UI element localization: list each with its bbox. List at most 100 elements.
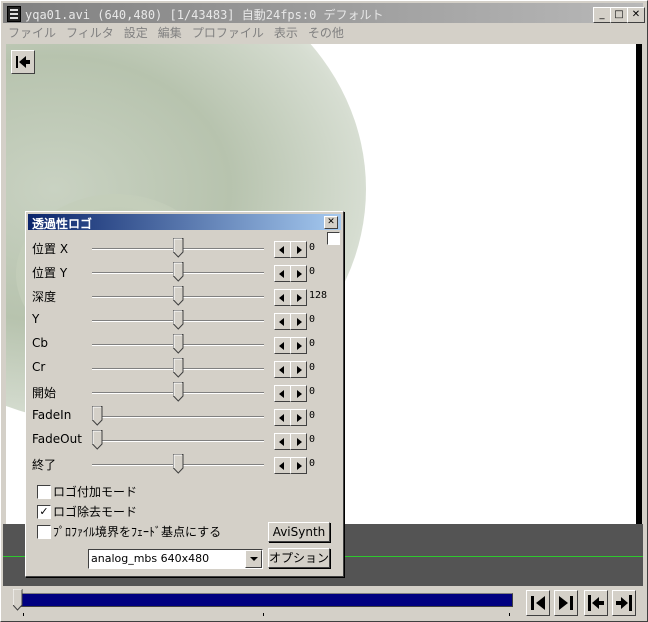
slider-row: 終了 0 xyxy=(26,454,343,476)
slider-thumb[interactable] xyxy=(172,262,184,282)
slider-row: 開始 0 xyxy=(26,382,343,404)
go-first-button[interactable] xyxy=(584,590,608,616)
label-fade-base: ﾌﾟﾛﾌｧｲﾙ境界をﾌｪｰﾄﾞ基点にする xyxy=(53,525,222,539)
decrement-arrow-icon[interactable] xyxy=(274,409,291,426)
slider-track[interactable] xyxy=(92,440,264,442)
go-last-button[interactable] xyxy=(612,590,636,616)
increment-arrow-icon[interactable] xyxy=(290,289,307,306)
increment-arrow-icon[interactable] xyxy=(290,385,307,402)
decrement-arrow-icon[interactable] xyxy=(274,289,291,306)
checkbox-fade-base[interactable] xyxy=(37,525,51,539)
label-remove-mode: ロゴ除去モード xyxy=(53,505,138,519)
decrement-arrow-icon[interactable] xyxy=(274,313,291,330)
checkbox-remove-mode[interactable]: ✓ xyxy=(37,505,51,519)
slider-thumb[interactable] xyxy=(172,310,184,330)
slider-row: Y0 xyxy=(26,310,343,332)
decrement-arrow-icon[interactable] xyxy=(274,433,291,450)
slider-label: 終了 xyxy=(32,458,57,472)
dropdown-arrow-icon[interactable] xyxy=(245,550,262,568)
decrement-arrow-icon[interactable] xyxy=(274,361,291,378)
dialog-close-button[interactable]: ✕ xyxy=(324,216,338,229)
slider-thumb[interactable] xyxy=(92,406,103,426)
menu-file[interactable]: ファイル xyxy=(3,23,61,41)
slider-thumb[interactable] xyxy=(172,382,184,402)
slider-value: 0 xyxy=(309,386,316,397)
slider-thumb[interactable] xyxy=(172,238,184,258)
next-frame-button[interactable] xyxy=(554,590,578,616)
menu-edit[interactable]: 編集 xyxy=(153,23,187,41)
transparent-logo-dialog: 透過性ロゴ ✕ 位置 X 0 位置 Y 0 深度 128 Y 0 Cb 0 Cr 0 開始 0 FadeIn… xyxy=(25,211,344,577)
app-icon xyxy=(7,6,21,22)
slider-thumb[interactable] xyxy=(172,358,184,378)
increment-arrow-icon[interactable] xyxy=(290,433,307,450)
go-start-icon xyxy=(16,56,30,68)
avisynth-button[interactable]: AviSynth xyxy=(268,522,330,542)
go-first-icon xyxy=(588,595,604,611)
menu-settings[interactable]: 設定 xyxy=(119,23,153,41)
decrement-arrow-icon[interactable] xyxy=(274,385,291,402)
next-frame-icon xyxy=(559,596,573,610)
dialog-title: 透過性ロゴ xyxy=(32,217,93,231)
timeline-tick xyxy=(509,613,510,616)
slider-label: FadeOut xyxy=(32,432,82,446)
go-start-button[interactable] xyxy=(11,50,35,74)
check-mark: ✓ xyxy=(39,505,49,518)
timeline-track[interactable] xyxy=(21,593,513,607)
maximize-button[interactable]: □ xyxy=(610,7,628,23)
slider-value: 0 xyxy=(309,410,316,421)
slider-thumb[interactable] xyxy=(92,430,103,450)
timeline-thumb[interactable] xyxy=(13,589,23,611)
increment-arrow-icon[interactable] xyxy=(290,361,307,378)
slider-value: 0 xyxy=(309,434,316,445)
slider-value: 0 xyxy=(309,242,316,253)
timeline-tick xyxy=(23,613,24,616)
slider-row: 位置 X 0 xyxy=(26,238,343,260)
menu-profile[interactable]: プロファイル xyxy=(187,23,269,41)
close-button[interactable]: ✕ xyxy=(627,7,645,23)
decrement-arrow-icon[interactable] xyxy=(274,241,291,258)
slider-thumb[interactable] xyxy=(172,286,184,306)
go-last-icon xyxy=(616,595,632,611)
checkbox-add-mode[interactable] xyxy=(37,485,51,499)
slider-row: Cb 0 xyxy=(26,334,343,356)
prev-frame-button[interactable] xyxy=(526,590,550,616)
slider-value: 0 xyxy=(309,266,316,277)
slider-thumb[interactable] xyxy=(172,454,184,474)
increment-arrow-icon[interactable] xyxy=(290,337,307,354)
decrement-arrow-icon[interactable] xyxy=(274,265,291,282)
slider-thumb[interactable] xyxy=(172,334,184,354)
slider-label: 位置 Y xyxy=(32,266,68,280)
slider-label: Cb xyxy=(32,336,48,350)
slider-label: 位置 X xyxy=(32,242,69,256)
menu-view[interactable]: 表示 xyxy=(269,23,303,41)
timeline-tick xyxy=(263,613,264,616)
increment-arrow-icon[interactable] xyxy=(290,241,307,258)
dialog-title-bar[interactable]: 透過性ロゴ ✕ xyxy=(28,214,341,231)
increment-arrow-icon[interactable] xyxy=(290,409,307,426)
slider-label: 開始 xyxy=(32,386,57,400)
slider-label: FadeIn xyxy=(32,408,72,422)
menu-other[interactable]: その他 xyxy=(303,23,349,41)
minimize-button[interactable]: _ xyxy=(593,7,611,23)
slider-label: 深度 xyxy=(32,290,57,304)
decrement-arrow-icon[interactable] xyxy=(274,337,291,354)
slider-value: 128 xyxy=(309,290,328,301)
label-add-mode: ロゴ付加モード xyxy=(53,485,138,499)
decrement-arrow-icon[interactable] xyxy=(274,457,291,474)
increment-arrow-icon[interactable] xyxy=(290,313,307,330)
slider-value: 0 xyxy=(309,458,316,469)
option-button[interactable]: オプション xyxy=(268,548,330,568)
title-bar[interactable]: yqa01.avi (640,480) [1/43483] 自動24fps:0 … xyxy=(3,3,645,23)
prev-frame-icon xyxy=(531,596,545,610)
preview-border xyxy=(636,44,642,524)
slider-row: 位置 Y 0 xyxy=(26,262,343,284)
menu-filter[interactable]: フィルタ xyxy=(61,23,119,41)
slider-value: 0 xyxy=(309,314,316,325)
slider-track[interactable] xyxy=(92,416,264,418)
increment-arrow-icon[interactable] xyxy=(290,265,307,282)
increment-arrow-icon[interactable] xyxy=(290,457,307,474)
logo-select[interactable]: analog_mbs 640x480 xyxy=(88,549,263,569)
logo-select-value: analog_mbs 640x480 xyxy=(91,552,210,565)
window-title: yqa01.avi (640,480) [1/43483] 自動24fps:0 … xyxy=(25,8,384,22)
slider-value: 0 xyxy=(309,362,316,373)
